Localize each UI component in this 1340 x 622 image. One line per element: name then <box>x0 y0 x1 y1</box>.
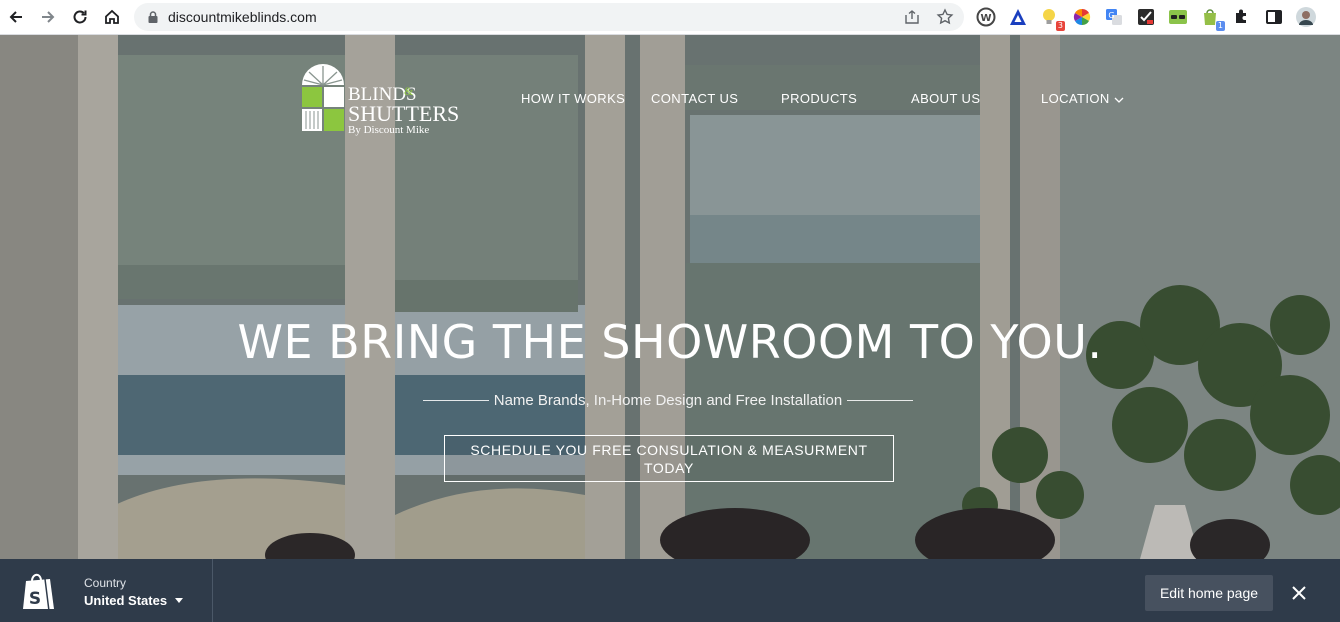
wordpress-icon: W <box>976 7 996 27</box>
schedule-consultation-button[interactable]: SCHEDULE YOU FREE CONSULATION & MEASURME… <box>444 435 894 482</box>
color-wheel-icon <box>1073 8 1091 26</box>
cta-line-2: TODAY <box>644 460 694 476</box>
triangle-a-icon <box>1010 9 1026 25</box>
extension-shopify[interactable]: 1 <box>1200 7 1225 31</box>
extension-translate[interactable]: G <box>1104 7 1124 27</box>
nav-location[interactable]: LOCATION <box>1041 91 1124 106</box>
divider-line <box>847 399 914 401</box>
chevron-down-icon <box>1114 97 1124 103</box>
reload-icon <box>73 10 87 24</box>
caret-down-icon <box>175 598 184 603</box>
hero-subheadline: Name Brands, In-Home Design and Free Ins… <box>412 390 924 410</box>
cta-line-1: SCHEDULE YOU FREE CONSULATION & MEASURME… <box>470 442 868 458</box>
extension-wordpress[interactable]: W <box>976 7 996 27</box>
extension-color-wheel[interactable] <box>1072 7 1092 27</box>
glasses-icon <box>1169 10 1187 24</box>
logo-window-icon <box>302 64 344 131</box>
hero-section: BLINDS & SHUTTERS By Discount Mike HOW I… <box>0 35 1340 559</box>
site-logo[interactable]: BLINDS & SHUTTERS By Discount Mike <box>300 63 460 136</box>
nav-location-label: LOCATION <box>1041 91 1110 106</box>
extension-badge: 3 <box>1055 21 1065 31</box>
nav-contact-us[interactable]: CONTACT US <box>651 91 738 106</box>
close-icon[interactable] <box>1290 584 1308 602</box>
extension-glasses[interactable] <box>1168 7 1188 27</box>
nav-products[interactable]: PRODUCTS <box>781 91 857 106</box>
shopify-preview-bar: S Country United States Edit home page <box>0 559 1340 622</box>
bookmark-star-icon[interactable] <box>936 8 954 26</box>
extensions-menu-button[interactable] <box>1232 7 1252 27</box>
back-button[interactable] <box>4 5 28 29</box>
translate-icon: G <box>1106 9 1122 25</box>
country-selector[interactable]: Country United States <box>84 576 184 608</box>
svg-text:G: G <box>1108 11 1114 20</box>
forward-button[interactable] <box>36 5 60 29</box>
edit-home-page-button[interactable]: Edit home page <box>1145 575 1273 611</box>
country-value[interactable]: United States <box>84 593 184 608</box>
share-icon[interactable] <box>904 9 920 25</box>
browser-toolbar: discountmikeblinds.com W 3 G 1 <box>0 0 1340 35</box>
home-icon <box>105 9 119 24</box>
side-panel-button[interactable] <box>1264 7 1284 27</box>
country-value-text: United States <box>84 593 168 608</box>
home-button[interactable] <box>100 5 124 29</box>
extension-badge: 1 <box>1215 21 1225 31</box>
address-bar[interactable]: discountmikeblinds.com <box>134 3 964 31</box>
svg-text:S: S <box>29 589 41 609</box>
reload-button[interactable] <box>68 5 92 29</box>
logo-ampersand: & <box>404 84 414 98</box>
avatar-icon <box>1296 7 1316 27</box>
url-text[interactable]: discountmikeblinds.com <box>168 9 317 25</box>
lock-icon <box>148 11 158 23</box>
extension-bulb[interactable]: 3 <box>1040 7 1065 31</box>
puzzle-piece-icon <box>1236 9 1246 23</box>
arrow-left-icon <box>9 11 22 23</box>
preview-bar-divider <box>212 559 213 622</box>
shopify-logo-icon: S <box>23 573 54 611</box>
hero-headline: WE BRING THE SHOWROOM TO YOU. <box>237 315 1103 369</box>
divider-line <box>422 399 489 401</box>
extension-triangle[interactable] <box>1008 7 1028 27</box>
logo-title-line2: SHUTTERS <box>348 101 460 126</box>
side-panel-icon <box>1266 10 1282 24</box>
logo-tagline: By Discount Mike <box>348 124 430 136</box>
nav-how-it-works[interactable]: HOW IT WORKS <box>521 91 625 106</box>
profile-avatar[interactable] <box>1296 7 1316 27</box>
checkmark-box-icon <box>1138 9 1154 25</box>
country-label: Country <box>84 576 127 590</box>
nav-about-us[interactable]: ABOUT US <box>911 91 980 106</box>
hero-subheadline-text: Name Brands, In-Home Design and Free Ins… <box>493 391 843 409</box>
extension-checklist[interactable] <box>1136 7 1156 27</box>
arrow-right-icon <box>42 11 55 23</box>
svg-text:W: W <box>980 13 991 24</box>
